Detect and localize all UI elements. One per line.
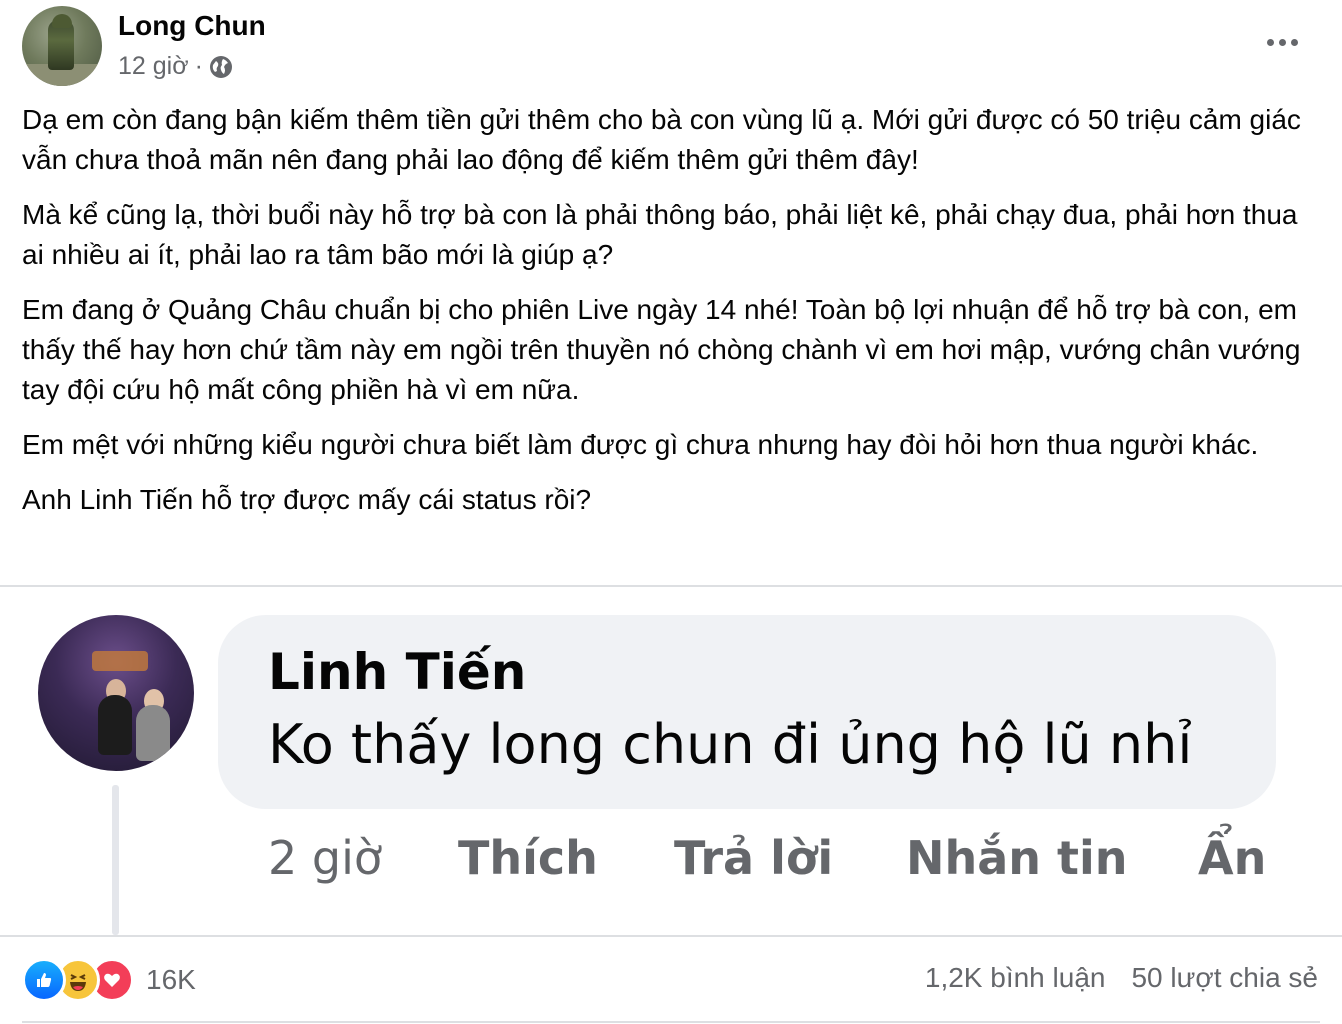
comment-count-link[interactable]: 1,2K bình luận [925,962,1106,994]
avatar-person [136,705,170,761]
reaction-count: 16K [146,964,196,995]
thread-line [112,785,119,935]
like-icon [22,958,66,1002]
commenter-name: Linh Tiến [268,643,527,701]
post-body: Dạ em còn đang bận kiếm thêm tiền gửi th… [22,100,1312,535]
post-paragraph: Mà kể cũng lạ, thời buổi này hỗ trợ bà c… [22,199,1298,270]
post-meta: 12 giờ · [118,52,233,81]
reaction-bar: 16K 1,2K bình luận 50 lượt chia sẻ [22,956,1318,1004]
more-horizontal-icon-dot [1278,38,1286,46]
divider [22,1021,1320,1023]
more-horizontal-icon [1266,38,1274,46]
meta-separator: · [194,52,203,80]
more-options-button[interactable] [1260,24,1304,60]
comment-time: 2 giờ [268,831,383,885]
post-paragraph: Dạ em còn đang bận kiếm thêm tiền gửi th… [22,104,1301,175]
comment-message-action: Nhắn tin [906,831,1128,885]
post-paragraph: Anh Linh Tiến hỗ trợ được mấy cái status… [22,484,592,515]
comment-bubble: Linh Tiến Ko thấy long chun đi ủng hộ lũ… [218,615,1276,809]
reactions-summary[interactable]: 16K [22,956,196,1004]
comment-screenshot[interactable]: Linh Tiến Ko thấy long chun đi ủng hộ lũ… [0,587,1342,935]
more-horizontal-icon-dot [1290,38,1298,46]
share-count-link[interactable]: 50 lượt chia sẻ [1131,962,1318,994]
comment-reply-action: Trả lời [674,831,834,885]
engagement-stats: 1,2K bình luận 50 lượt chia sẻ [925,962,1318,994]
post-time[interactable]: 12 giờ [118,52,189,81]
divider [0,935,1342,937]
post-header: Long Chun 12 giờ · [22,6,1322,88]
author-name[interactable]: Long Chun [118,10,266,42]
post-paragraph: Em đang ở Quảng Châu chuẩn bị cho phiên … [22,294,1301,405]
comment-hide-action: Ẩn [1198,831,1267,885]
commenter-avatar [38,615,194,771]
globe-icon[interactable] [209,55,233,79]
author-avatar[interactable] [22,6,102,86]
avatar-person [98,695,132,755]
avatar-helmet [52,14,72,28]
post-paragraph: Em mệt với những kiểu người chưa biết là… [22,429,1259,460]
comment-like-action: Thích [458,831,598,885]
comment-text: Ko thấy long chun đi ủng hộ lũ nhỉ [268,713,1193,776]
avatar-sign [92,651,148,671]
